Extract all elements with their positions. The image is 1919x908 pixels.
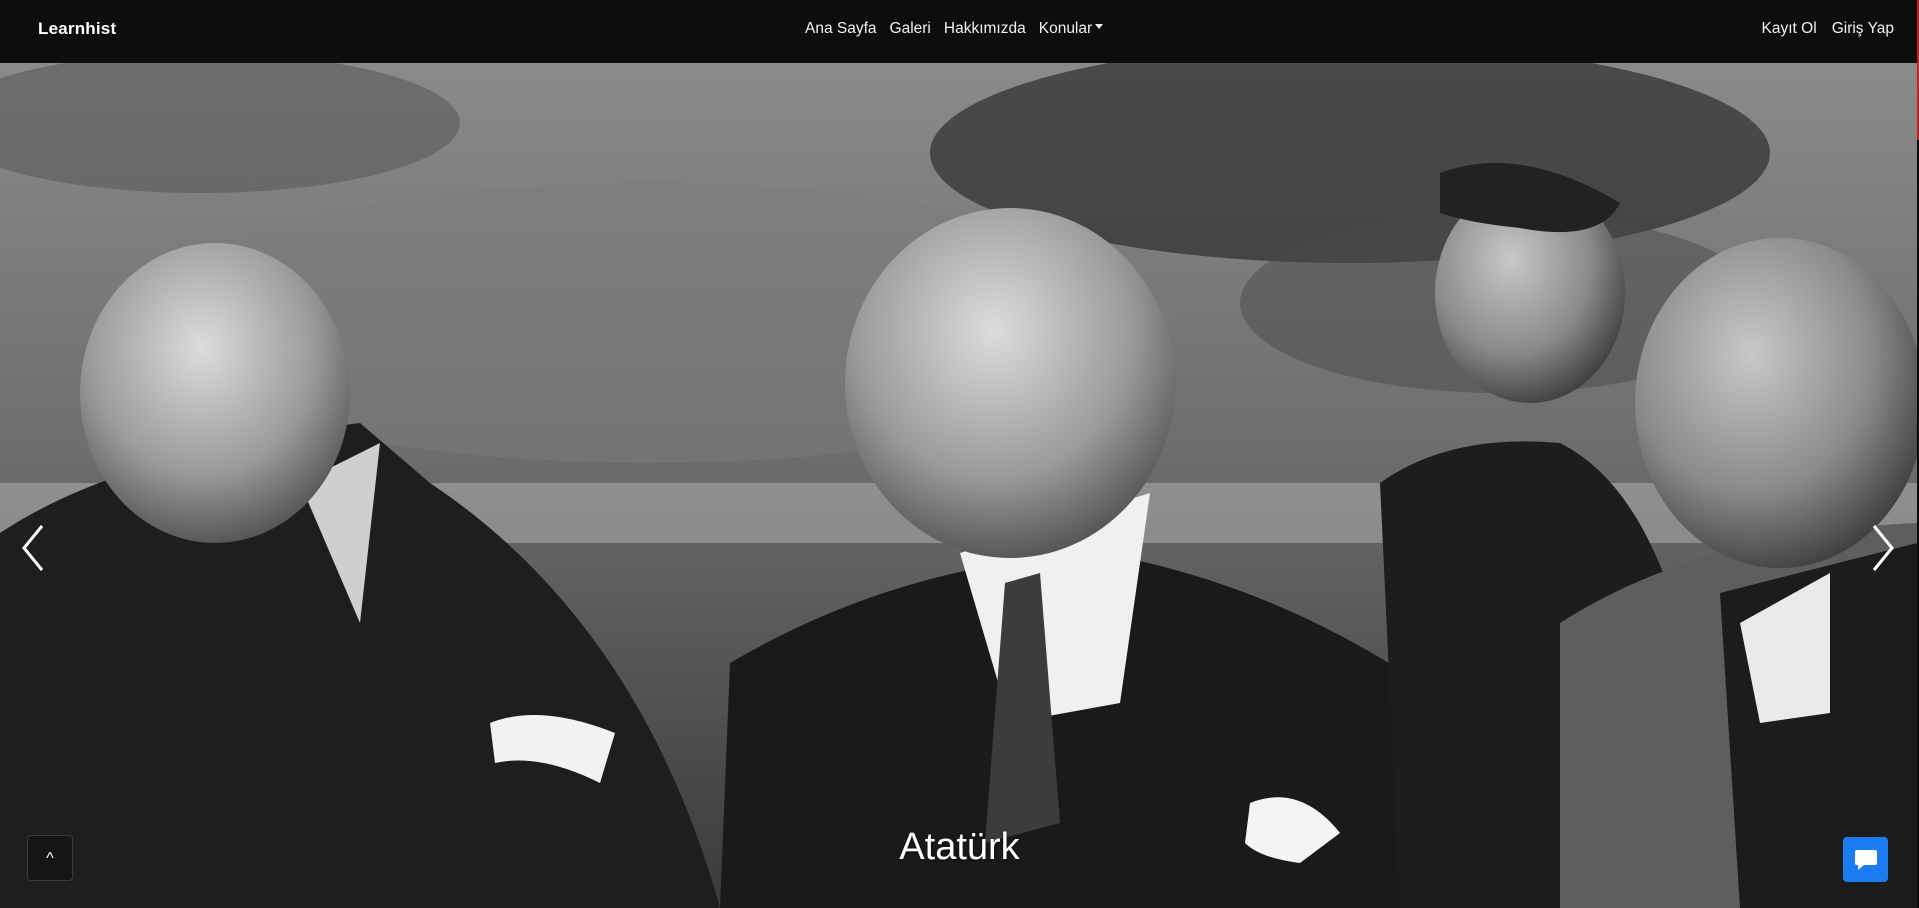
chevron-left-icon[interactable] bbox=[14, 518, 54, 578]
register-link[interactable]: Kayıt Ol bbox=[1762, 20, 1817, 38]
nav-link-home[interactable]: Ana Sayfa bbox=[805, 20, 877, 38]
scroll-to-top-button[interactable]: ^ bbox=[27, 835, 73, 881]
chat-button[interactable] bbox=[1843, 837, 1888, 882]
nav-dropdown-topics-label: Konular bbox=[1038, 20, 1093, 37]
top-navbar: Learnhist Ana Sayfa Galeri Hakkımızda Ko… bbox=[0, 0, 1919, 63]
chat-bubble-icon bbox=[1854, 849, 1877, 870]
nav-link-gallery[interactable]: Galeri bbox=[890, 20, 931, 38]
nav-link-about[interactable]: Hakkımızda bbox=[944, 20, 1026, 38]
hero-carousel bbox=[0, 63, 1917, 908]
login-link[interactable]: Giriş Yap bbox=[1832, 20, 1894, 38]
auth-nav: Kayıt Ol Giriş Yap bbox=[1762, 20, 1894, 38]
chevron-right-icon[interactable] bbox=[1862, 518, 1902, 578]
carousel-slide-image bbox=[0, 63, 1917, 908]
nav-dropdown-topics[interactable]: Konular bbox=[1038, 20, 1104, 38]
scroll-to-top-label: ^ bbox=[46, 850, 54, 867]
carousel-caption: Atatürk bbox=[899, 826, 1020, 868]
brand-logo[interactable]: Learnhist bbox=[38, 19, 116, 39]
main-nav: Ana Sayfa Galeri Hakkımızda Konular bbox=[805, 20, 1104, 38]
caret-down-icon bbox=[1095, 24, 1104, 30]
